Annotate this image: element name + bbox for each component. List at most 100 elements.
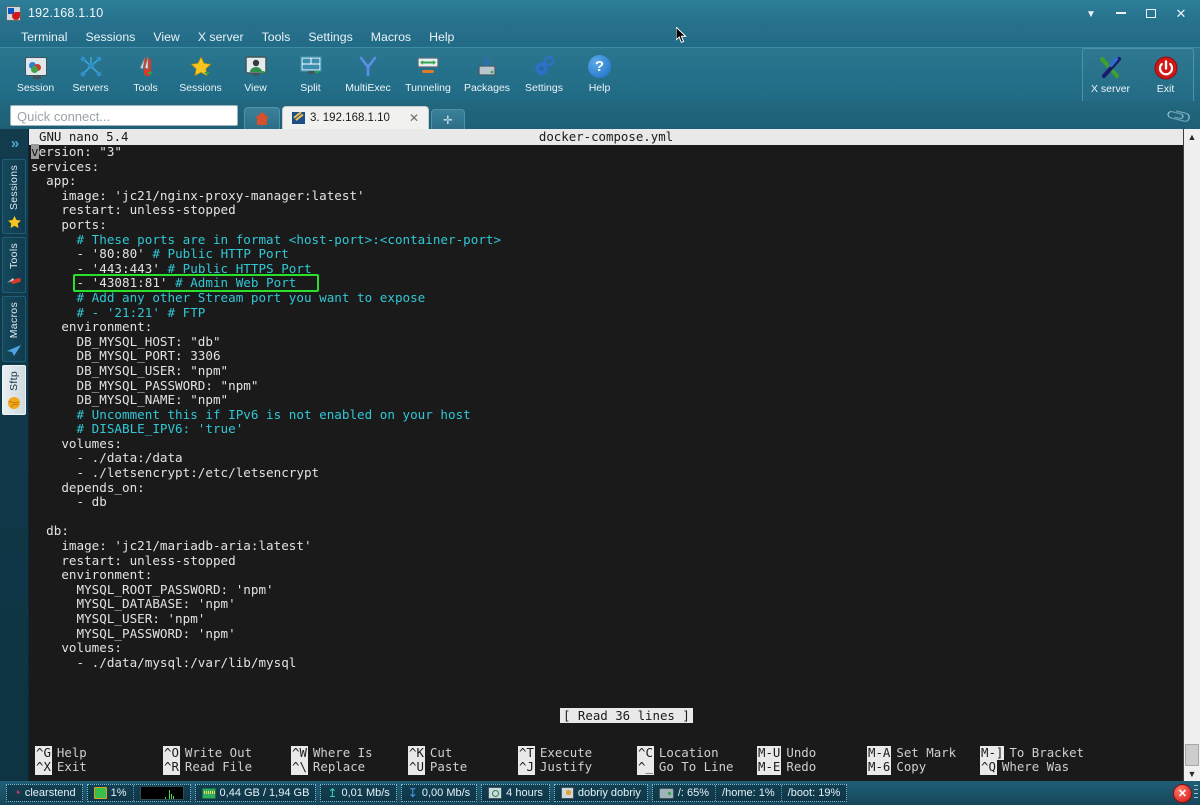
- status-cell[interactable]: 4 hours: [482, 785, 549, 801]
- nano-shortcut[interactable]: ^C Location: [637, 745, 757, 761]
- menu-item-tools[interactable]: Tools: [253, 28, 300, 46]
- terminal-line: - '43081:81' # Admin Web Port: [31, 275, 297, 291]
- status-cell[interactable]: ↧ 0,00 Mb/s: [402, 785, 476, 801]
- nano-shortcut[interactable]: ^R Read File: [163, 760, 291, 775]
- close-button[interactable]: ✕: [1166, 0, 1196, 26]
- resize-grip[interactable]: [1194, 785, 1198, 799]
- status-close-button[interactable]: ✕: [1173, 784, 1192, 803]
- debian-icon: ◔: [13, 785, 21, 800]
- toolbar-button-tools[interactable]: Tools: [118, 51, 173, 94]
- status-cell[interactable]: 0,44 GB / 1,94 GB: [196, 785, 316, 801]
- nano-header: GNU nano 5.4 docker-compose.yml: [29, 129, 1183, 145]
- nano-shortcut[interactable]: M-U Undo: [757, 745, 867, 761]
- toolbar-button-packages[interactable]: Packages: [458, 51, 516, 94]
- nano-shortcut[interactable]: M-] To Bracket: [980, 745, 1084, 761]
- tab-home[interactable]: [244, 107, 280, 129]
- scrollbar-thumb[interactable]: [1185, 744, 1199, 766]
- menu-item-terminal[interactable]: Terminal: [12, 28, 76, 46]
- status-cell[interactable]: [134, 785, 190, 801]
- terminal-line: MYSQL_USER: 'npm': [31, 611, 206, 626]
- nano-shortcut[interactable]: ^X Exit: [35, 760, 163, 775]
- tab-session-3[interactable]: 3. 192.168.1.10 ✕: [282, 106, 429, 129]
- mouse-cursor: [676, 27, 687, 44]
- terminal-line: - '80:80' # Public HTTP Port: [31, 246, 289, 262]
- terminal-line: # Uncomment this if IPv6 is not enabled …: [31, 406, 471, 422]
- new-tab-button[interactable]: ✛: [431, 109, 465, 129]
- nano-shortcut[interactable]: ^_ Go To Line: [637, 760, 757, 775]
- shortcut-label: Where Is: [312, 744, 373, 760]
- nano-shortcut[interactable]: M-E Redo: [757, 760, 867, 775]
- nano-shortcut[interactable]: M-6 Copy: [867, 760, 980, 775]
- nano-shortcut[interactable]: ^J Justify: [518, 760, 637, 775]
- toolbar-button-sessions[interactable]: Sessions: [173, 51, 228, 94]
- toolbar-button-multiexec[interactable]: MultiExec: [338, 51, 398, 94]
- terminal-line: DB_MYSQL_HOST: "db": [31, 333, 221, 349]
- shortcut-key: ^W: [291, 744, 308, 761]
- toolbar-button-split[interactable]: Split: [283, 51, 338, 94]
- sidebar-item-sessions[interactable]: Sessions: [2, 159, 26, 235]
- paperclip-icon[interactable]: 📎: [1165, 103, 1194, 132]
- terminal-screen[interactable]: GNU nano 5.4 docker-compose.yml version:…: [29, 129, 1183, 781]
- toolbar-button-settings[interactable]: Settings: [516, 51, 572, 94]
- nano-shortcut[interactable]: ^\ Replace: [291, 760, 408, 775]
- menu-item-sessions[interactable]: Sessions: [76, 28, 144, 46]
- menu-item-macros[interactable]: Macros: [362, 28, 420, 46]
- home-icon: [255, 112, 269, 125]
- scroll-down-icon[interactable]: ▼: [1184, 766, 1200, 781]
- nano-shortcut[interactable]: ^W Where Is: [291, 744, 408, 761]
- status-cell[interactable]: /home: 1%: [716, 785, 782, 801]
- scroll-up-icon[interactable]: ▲: [1184, 129, 1200, 144]
- quick-connect-input[interactable]: Quick connect...: [10, 105, 238, 126]
- status-cell[interactable]: ◔ clearstend: [7, 785, 82, 801]
- shortcut-label: Redo: [786, 759, 817, 775]
- menu-item-view[interactable]: View: [144, 28, 188, 46]
- toolbar-button-tunneling[interactable]: Tunneling: [398, 51, 458, 94]
- sidebar-expand-icon[interactable]: »: [11, 135, 19, 152]
- sidebar-item-tools[interactable]: Tools: [2, 237, 26, 294]
- status-group: dobriy dobriy: [553, 784, 648, 802]
- nano-shortcut[interactable]: ^O Write Out: [163, 744, 291, 761]
- nano-shortcut[interactable]: ^Q Where Was: [980, 760, 1069, 775]
- terminal-line: restart: unless-stopped: [31, 202, 236, 218]
- toolbar-button-help[interactable]: ? Help: [572, 51, 627, 94]
- nano-shortcut[interactable]: ^G Help: [35, 745, 163, 761]
- menu-item-help[interactable]: Help: [420, 28, 463, 46]
- terminal-line: - ./data:/data: [31, 450, 183, 466]
- shortcut-label: Write Out: [184, 744, 253, 760]
- toolbar-button-session[interactable]: Session: [8, 51, 63, 94]
- shortcut-row-bottom: ^X Exit ^R Read File ^\ Replace ^U Paste ^J Justi…: [29, 760, 1183, 775]
- tab-close-icon[interactable]: ✕: [409, 111, 419, 125]
- toolbar-button-servers[interactable]: Servers: [63, 51, 118, 94]
- window-chevron-down-icon[interactable]: ▼: [1076, 0, 1106, 28]
- terminal-line: restart: unless-stopped: [31, 552, 236, 568]
- nano-shortcut[interactable]: ^U Paste: [408, 760, 518, 775]
- shortcut-label: Cut: [429, 744, 453, 760]
- terminal-scrollbar[interactable]: ▲ ▼: [1183, 129, 1200, 781]
- knife-icon: [6, 273, 22, 288]
- left-sidebar: » Sessions Tools Macros Sftp: [0, 129, 29, 781]
- nano-shortcut[interactable]: ^K Cut: [408, 744, 518, 761]
- menu-item-settings[interactable]: Settings: [299, 28, 361, 46]
- status-cell[interactable]: ↥ 0,01 Mb/s: [321, 785, 395, 801]
- menu-item-xserver[interactable]: X server: [189, 28, 253, 46]
- sidebar-item-macros[interactable]: Macros: [2, 296, 26, 363]
- nano-text-area[interactable]: version: "3" services: app: image: 'jc21/…: [29, 144, 1183, 670]
- globe-icon: [7, 395, 21, 410]
- toolbar-label: Split: [300, 82, 321, 94]
- toolbar-button-view[interactable]: View: [228, 51, 283, 94]
- maximize-button[interactable]: [1136, 0, 1166, 26]
- status-label: 0,44 GB / 1,94 GB: [219, 787, 310, 799]
- status-cell[interactable]: /boot: 19%: [782, 785, 847, 801]
- shortcut-key: ^J: [518, 759, 535, 775]
- status-cell[interactable]: 1%: [88, 785, 134, 801]
- toolbar-button-xserver[interactable]: X server: [1083, 52, 1138, 105]
- nano-shortcut[interactable]: M-A Set Mark: [867, 745, 980, 761]
- terminal-line: db:: [31, 523, 69, 539]
- toolbar-button-exit[interactable]: Exit: [1138, 52, 1193, 105]
- minimize-button[interactable]: [1106, 0, 1136, 26]
- status-cell[interactable]: /: 65%: [653, 785, 717, 801]
- nano-shortcut[interactable]: ^T Execute: [518, 745, 637, 761]
- terminal-line: environment:: [31, 567, 153, 583]
- sidebar-item-sftp[interactable]: Sftp: [2, 365, 26, 416]
- status-cell[interactable]: dobriy dobriy: [555, 785, 647, 801]
